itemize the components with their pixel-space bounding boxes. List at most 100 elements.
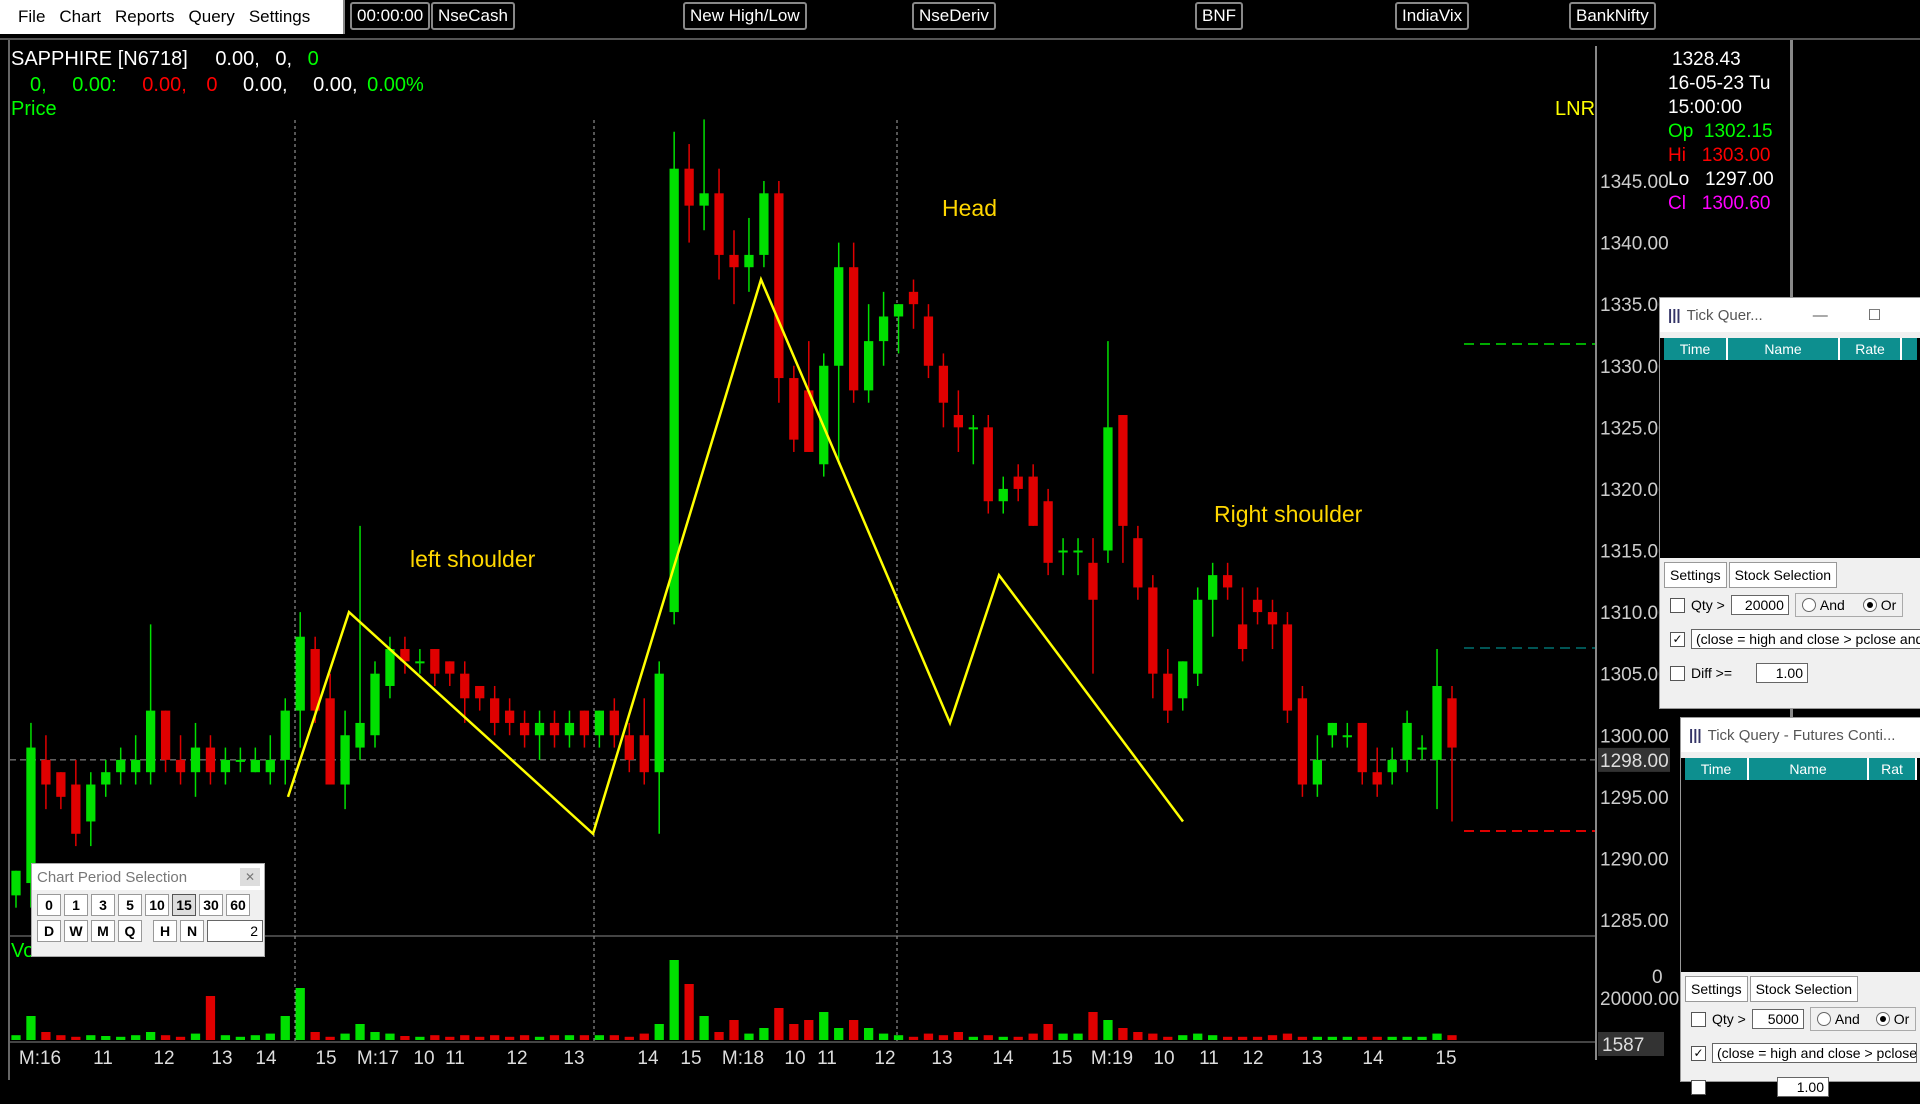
col-time[interactable]: Time bbox=[1685, 758, 1749, 780]
candle-body bbox=[534, 722, 545, 736]
tick-query-2-grid[interactable]: Time Name Rat bbox=[1681, 758, 1920, 972]
tick-query-window-1[interactable]: ||| Tick Quer... — ☐ Time Name Rate Sett… bbox=[1659, 297, 1920, 709]
app-icon: ||| bbox=[1668, 306, 1681, 324]
period-button-3[interactable]: 3 bbox=[91, 894, 115, 916]
period-button-60[interactable]: 60 bbox=[226, 894, 250, 916]
x-axis-label: 14 bbox=[637, 1048, 659, 1069]
period-count-input[interactable]: 2 bbox=[207, 920, 263, 942]
diff-input[interactable]: 1.00 bbox=[1777, 1077, 1829, 1097]
close-icon[interactable]: ✕ bbox=[240, 868, 260, 886]
candle-body bbox=[968, 427, 978, 430]
candle-body bbox=[594, 710, 605, 736]
tab-settings[interactable]: Settings bbox=[1685, 976, 1748, 1002]
col-name[interactable]: Name bbox=[1728, 338, 1840, 360]
header-value-1: 0.00, bbox=[215, 48, 260, 70]
close-value: 1300.60 bbox=[1701, 193, 1771, 214]
volume-bar bbox=[1297, 1036, 1308, 1040]
qty-checkbox[interactable] bbox=[1691, 1011, 1706, 1027]
period-button-5[interactable]: 5 bbox=[118, 894, 142, 916]
volume-bar bbox=[1133, 1032, 1143, 1040]
volume-bar bbox=[355, 1024, 365, 1040]
candle-body bbox=[205, 747, 216, 773]
diff-checkbox[interactable] bbox=[1691, 1079, 1706, 1095]
volume-bar bbox=[983, 1035, 993, 1040]
qty-label: Qty > bbox=[1712, 1011, 1746, 1027]
volume-bar bbox=[1013, 1036, 1023, 1040]
period-button-w[interactable]: W bbox=[64, 920, 88, 942]
tick-query-1-titlebar[interactable]: ||| Tick Quer... — ☐ bbox=[1660, 298, 1920, 332]
period-button-n[interactable]: N bbox=[180, 920, 204, 942]
condition-input[interactable]: (close = high and close > pclose and bbox=[1691, 629, 1920, 649]
period-button-d[interactable]: D bbox=[37, 920, 61, 942]
candle-body bbox=[56, 772, 66, 797]
candle-body bbox=[1178, 661, 1188, 699]
maximize-icon[interactable]: ☐ bbox=[1868, 306, 1881, 324]
row2-value-3: 0.00, bbox=[142, 74, 187, 96]
volume-bar bbox=[101, 1036, 111, 1040]
diff-checkbox[interactable] bbox=[1670, 665, 1685, 681]
period-button-0[interactable]: 0 bbox=[37, 894, 61, 916]
volume-bar bbox=[1103, 1020, 1113, 1040]
condition-checkbox[interactable]: ✓ bbox=[1670, 631, 1685, 647]
qty-checkbox[interactable] bbox=[1670, 597, 1685, 613]
volume-bar bbox=[834, 1028, 844, 1040]
candle-body bbox=[1237, 624, 1248, 650]
tick-query-1-header: Time Name Rate bbox=[1664, 338, 1917, 360]
col-rate[interactable]: Rat bbox=[1869, 758, 1917, 780]
volume-bar bbox=[145, 1032, 156, 1040]
volume-bar bbox=[295, 988, 305, 1040]
volume-bar bbox=[953, 1032, 964, 1040]
period-button-h[interactable]: H bbox=[153, 920, 177, 942]
or-radio[interactable] bbox=[1875, 1012, 1890, 1026]
candle-body bbox=[654, 673, 664, 773]
tick-query-window-2[interactable]: ||| Tick Query - Futures Conti... Time N… bbox=[1680, 717, 1920, 1097]
volume-bar bbox=[1357, 1036, 1367, 1040]
col-time[interactable]: Time bbox=[1664, 338, 1728, 360]
volume-bar bbox=[534, 1036, 545, 1040]
candle-body bbox=[878, 316, 889, 342]
tab-stock-selection[interactable]: Stock Selection bbox=[1749, 976, 1859, 1002]
tab-stock-selection[interactable]: Stock Selection bbox=[1728, 562, 1838, 588]
minimize-icon[interactable]: — bbox=[1813, 307, 1828, 324]
and-radio[interactable] bbox=[1816, 1012, 1831, 1026]
period-button-m[interactable]: M bbox=[91, 920, 115, 942]
qty-input[interactable]: 20000 bbox=[1730, 595, 1789, 615]
volume-bar bbox=[1118, 1028, 1128, 1040]
period-button-10[interactable]: 10 bbox=[145, 894, 169, 916]
candle-body bbox=[220, 759, 231, 773]
volume-bar bbox=[340, 1033, 350, 1040]
tab-settings[interactable]: Settings bbox=[1664, 562, 1727, 588]
volume-bar bbox=[1163, 1036, 1173, 1040]
diff-input[interactable]: 1.00 bbox=[1756, 663, 1808, 683]
volume-bar bbox=[1148, 1033, 1158, 1040]
volume-bar bbox=[1043, 1024, 1053, 1040]
row2-value-5: 0.00, bbox=[243, 74, 288, 96]
or-radio[interactable] bbox=[1862, 598, 1877, 612]
and-radio[interactable] bbox=[1801, 598, 1816, 612]
candle-body bbox=[280, 710, 290, 760]
chart-period-selection[interactable]: Chart Period Selection ✕ 0 1 3 5 10 15 30 60 DW… bbox=[31, 863, 265, 957]
tick-query-2-titlebar[interactable]: ||| Tick Query - Futures Conti... bbox=[1681, 718, 1920, 752]
last-price: 1328.43 bbox=[1672, 49, 1741, 70]
x-axis-label: 14 bbox=[992, 1048, 1014, 1069]
condition-input[interactable]: (close = high and close > pclose bbox=[1712, 1043, 1917, 1063]
price-chart[interactable]: 1345.001340.001335.001330.001325.001320.… bbox=[0, 0, 1920, 1080]
period-button-q[interactable]: Q bbox=[118, 920, 142, 942]
volume-bar bbox=[415, 1036, 425, 1040]
current-price-label: 1298.00 bbox=[1600, 751, 1669, 772]
period-button-15[interactable]: 15 bbox=[172, 894, 196, 916]
volume-bar bbox=[250, 1035, 260, 1040]
volume-bar bbox=[744, 1033, 754, 1040]
y-tick-label: 1345.00 bbox=[1600, 172, 1669, 193]
qty-input[interactable]: 5000 bbox=[1751, 1009, 1804, 1029]
candle-body bbox=[1013, 476, 1023, 489]
col-name[interactable]: Name bbox=[1749, 758, 1869, 780]
period-button-1[interactable]: 1 bbox=[64, 894, 88, 916]
candle-body bbox=[1208, 575, 1218, 600]
col-rate[interactable]: Rate bbox=[1840, 338, 1902, 360]
tick-query-1-grid[interactable]: Time Name Rate bbox=[1660, 338, 1920, 558]
candle-body bbox=[1163, 673, 1173, 711]
condition-checkbox[interactable]: ✓ bbox=[1691, 1045, 1706, 1061]
period-button-30[interactable]: 30 bbox=[199, 894, 223, 916]
volume-bar bbox=[1208, 1035, 1218, 1040]
